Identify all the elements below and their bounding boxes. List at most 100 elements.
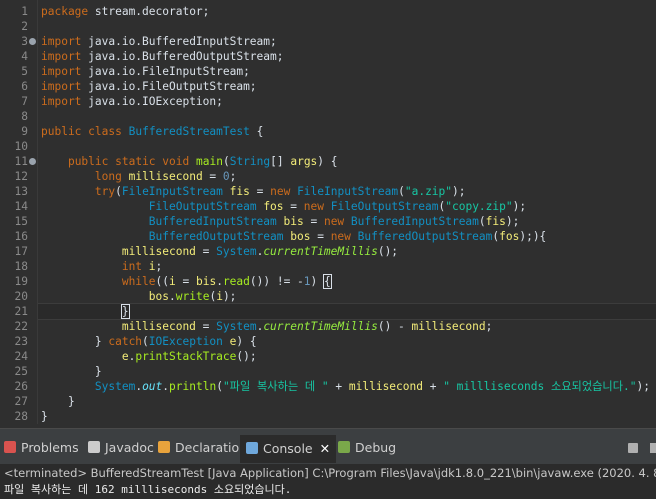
console-panel: Problems Javadoc Declaration Console ✕ Debug … — [0, 428, 656, 499]
code-token: import — [41, 95, 82, 108]
code-token: bos — [148, 290, 169, 303]
code-token: fis — [485, 215, 506, 228]
code-token: ( — [216, 380, 223, 393]
line-number: 26 — [14, 380, 28, 393]
code-token: = — [195, 320, 217, 333]
code-token: import — [41, 50, 82, 63]
code-line[interactable]: import java.io.BufferedOutputStream; — [41, 49, 284, 64]
fold-toggle-icon[interactable] — [29, 158, 36, 165]
code-line[interactable]: BufferedInputStream bis = new BufferedIn… — [41, 214, 520, 229]
code-line[interactable]: import java.io.BufferedInputStream; — [41, 34, 277, 49]
code-line[interactable]: while((i = bis.read()) != -1) { — [41, 274, 332, 289]
code-token: millisecond — [128, 170, 203, 183]
minimize-view-icon[interactable] — [628, 443, 638, 453]
code-line[interactable]: } — [41, 409, 48, 424]
code-line[interactable]: long millisecond = 0; — [41, 169, 237, 184]
tab-console[interactable]: Console ✕ — [240, 435, 337, 463]
code-line[interactable]: } — [41, 364, 102, 379]
code-line[interactable]: System.out.println("파일 복사하는 데 " + millis… — [41, 379, 650, 394]
code-token: } — [41, 335, 109, 348]
code-token: ); — [505, 215, 520, 228]
tab-declaration[interactable]: Declaration — [158, 438, 247, 458]
code-token: java.io.FileOutputStream; — [81, 80, 257, 93]
code-token: } — [41, 395, 75, 408]
tab-label: Console — [263, 441, 313, 456]
tab-label: Declaration — [175, 440, 248, 455]
tab-debug[interactable]: Debug — [338, 438, 396, 458]
code-token: BufferedInputStream — [148, 215, 277, 228]
code-token: (); — [377, 245, 399, 258]
tab-label: Javadoc — [105, 440, 154, 455]
code-token: BufferedOutputStream — [148, 230, 284, 243]
code-token: fis — [229, 185, 250, 198]
code-token: [] — [270, 155, 291, 168]
code-token: = — [310, 230, 331, 243]
code-token: args — [290, 155, 318, 168]
code-area[interactable]: package stream.decorator; import java.io.… — [38, 0, 656, 424]
maximize-view-icon[interactable] — [650, 443, 656, 453]
code-line[interactable]: millisecond = System.currentTimeMillis()… — [41, 319, 493, 334]
line-number: 9 — [21, 125, 28, 138]
code-line[interactable]: } — [41, 394, 75, 409]
code-line[interactable]: bos.write(i); — [41, 289, 237, 304]
code-token: { — [323, 274, 332, 289]
code-token: main — [196, 155, 223, 168]
code-token: currentTimeMillis — [263, 245, 378, 258]
code-line[interactable]: } catch(IOException e) { — [41, 334, 257, 349]
code-line[interactable]: e.printStackTrace(); — [41, 349, 257, 364]
line-number: 2 — [21, 20, 28, 33]
code-line[interactable]: import java.io.FileOutputStream; — [41, 79, 257, 94]
code-token: + — [422, 380, 444, 393]
code-token: i — [169, 275, 176, 288]
line-number: 16 — [14, 230, 28, 243]
tab-problems[interactable]: Problems — [4, 438, 79, 458]
code-token: = — [202, 170, 223, 183]
code-line[interactable]: int i; — [41, 259, 162, 274]
code-token: ) — [310, 275, 325, 288]
code-token: () - — [377, 320, 412, 333]
line-number: 6 — [21, 80, 28, 93]
code-line[interactable]: public static void main(String[] args) { — [41, 154, 338, 169]
debug-icon — [338, 441, 350, 453]
code-token: BufferedStreamTest — [128, 125, 250, 138]
code-token: System — [216, 245, 257, 258]
code-token: java.io.BufferedInputStream; — [81, 35, 277, 48]
code-line[interactable]: package stream.decorator; — [41, 4, 209, 19]
close-icon[interactable]: ✕ — [320, 441, 330, 456]
code-token: FileInputStream — [121, 185, 223, 198]
code-token: printStackTrace — [135, 350, 237, 363]
view-tab-bar: Problems Javadoc Declaration Console ✕ Debug — [0, 429, 656, 464]
code-token: (); — [236, 350, 257, 363]
declaration-icon — [158, 441, 170, 453]
code-token: FileOutputStream — [148, 200, 257, 213]
code-line[interactable]: import java.io.FileInputStream; — [41, 64, 250, 79]
code-line[interactable]: FileOutputStream fos = new FileOutputStr… — [41, 199, 526, 214]
code-token: ()) != - — [249, 275, 304, 288]
code-line[interactable]: public class BufferedStreamTest { — [41, 124, 263, 139]
code-line[interactable]: BufferedOutputStream bos = new BufferedO… — [41, 229, 547, 244]
code-line[interactable]: } — [41, 304, 130, 319]
code-token: IOException — [148, 335, 223, 348]
code-token: System — [94, 380, 136, 393]
code-token: { — [249, 125, 264, 138]
code-editor[interactable]: 1 2 3 4 5 6 7 8 9 10 11 12 13 14 15 16 17 18 19 20 21 22 23 24 2… — [0, 0, 656, 424]
code-token: java.io.BufferedOutputStream; — [81, 50, 284, 63]
code-line[interactable]: import java.io.IOException; — [41, 94, 223, 109]
tab-javadoc[interactable]: Javadoc — [88, 438, 154, 458]
code-token: void — [162, 155, 190, 168]
line-number: 11 — [14, 155, 28, 168]
code-line[interactable]: try(FileInputStream fis = new FileInputS… — [41, 184, 466, 199]
current-line-highlight — [38, 303, 656, 320]
code-line[interactable]: millisecond = System.currentTimeMillis()… — [41, 244, 398, 259]
fold-toggle-icon[interactable] — [29, 38, 36, 45]
code-token: BufferedOutputStream — [357, 230, 493, 243]
code-token: );){ — [519, 230, 547, 243]
code-token: println — [169, 380, 217, 393]
